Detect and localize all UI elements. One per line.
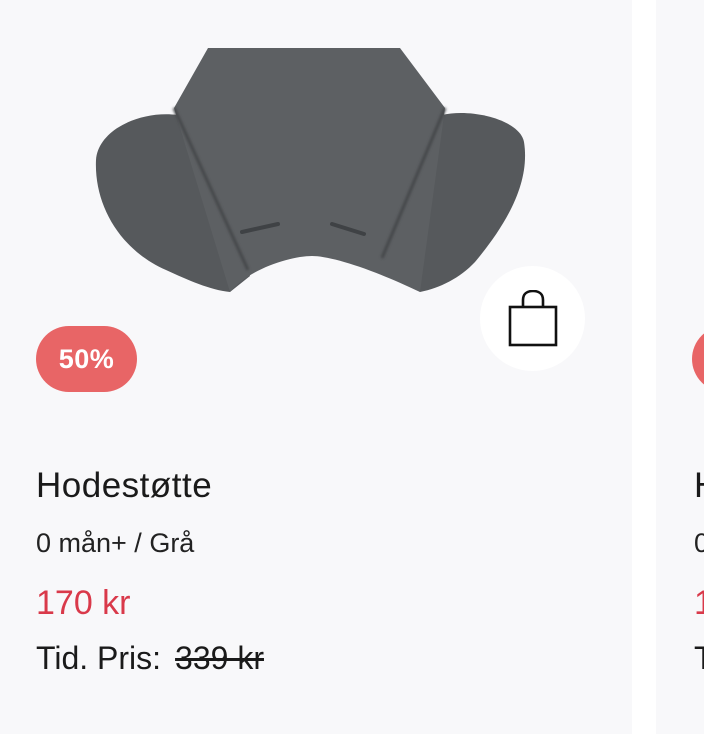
next-previous-price: T <box>694 640 704 676</box>
product-card[interactable]: 50% Hodestøtte 0 mån+ / Grå 170 kr Tid. … <box>0 0 632 734</box>
previous-price-value: 339 kr <box>175 640 264 676</box>
next-discount-badge <box>692 326 704 392</box>
product-image[interactable] <box>80 30 550 310</box>
previous-price: Tid. Pris: 339 kr <box>36 640 264 677</box>
add-to-cart-button[interactable] <box>480 266 585 371</box>
previous-price-label: Tid. Pris: <box>36 640 162 676</box>
next-product-variant: 0 <box>694 528 704 558</box>
shopping-bag-icon <box>508 289 557 346</box>
product-variant: 0 mån+ / Grå <box>36 528 195 558</box>
next-sale-price: 1 <box>694 584 704 622</box>
next-product-title[interactable]: H <box>694 466 704 506</box>
product-title[interactable]: Hodestøtte <box>36 466 212 506</box>
sale-price: 170 kr <box>36 584 131 622</box>
discount-badge: 50% <box>36 326 137 392</box>
next-product-card[interactable]: H 0 1 T <box>656 0 704 734</box>
